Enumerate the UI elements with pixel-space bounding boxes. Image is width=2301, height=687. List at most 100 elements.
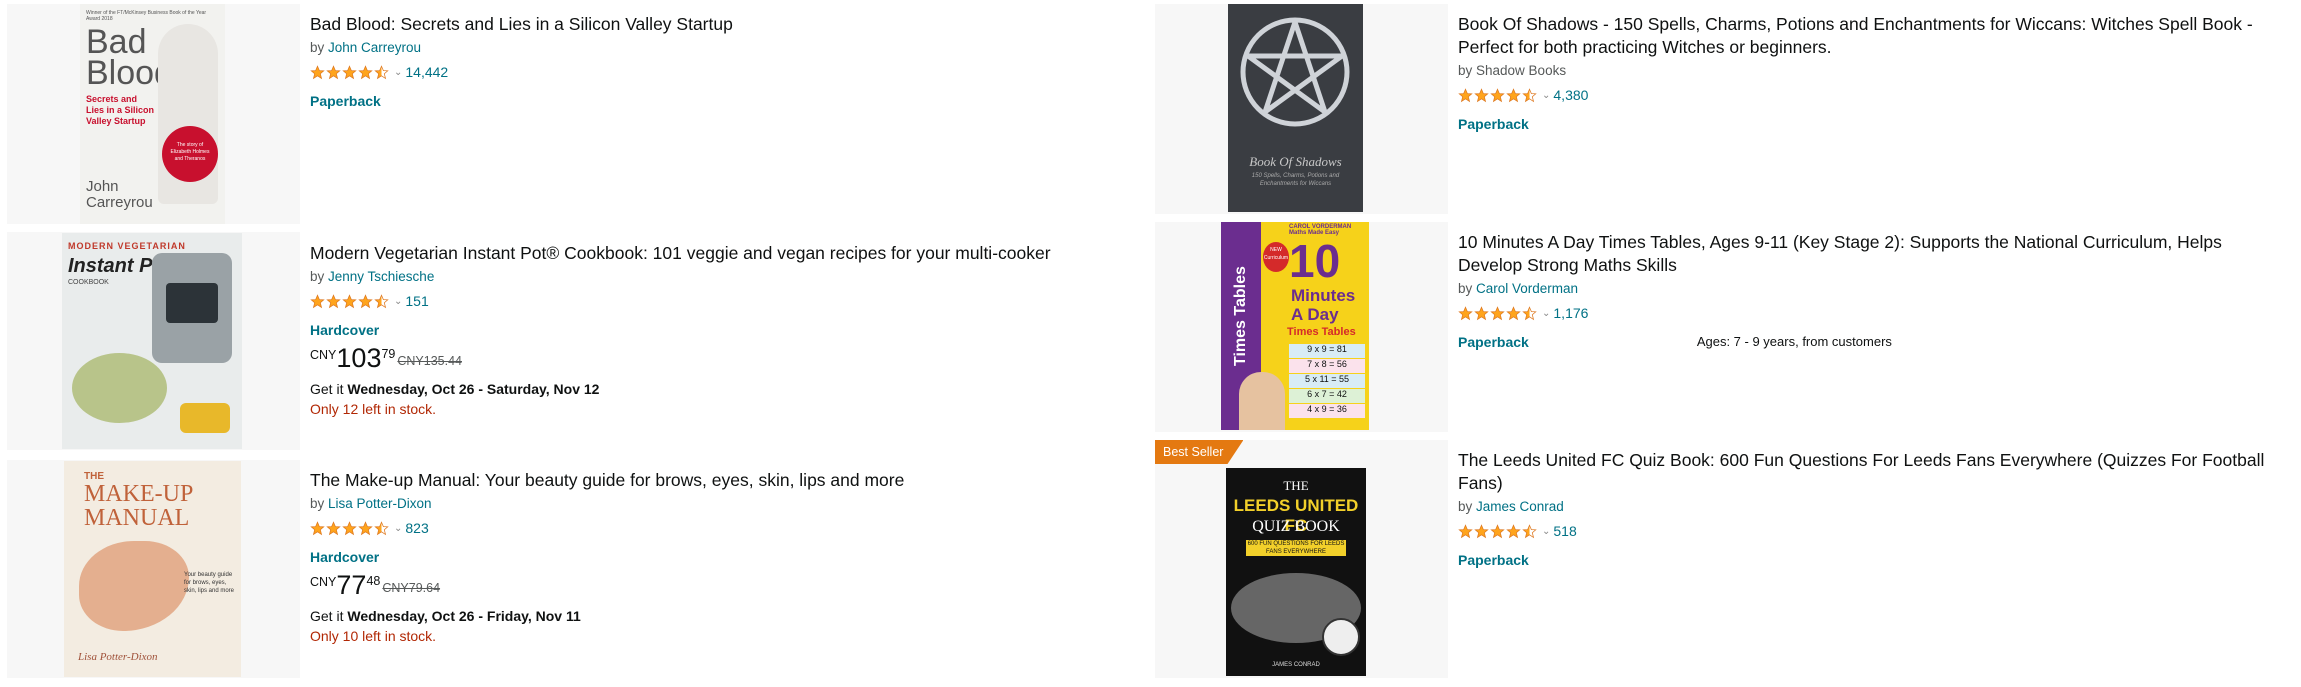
product-image-container[interactable]: Book Of Shadows 150 Spells, Charms, Poti… — [1155, 4, 1448, 214]
price[interactable]: CNY 103 79 CNY135.44 — [310, 344, 1147, 372]
book-cover-image[interactable]: Book Of Shadows 150 Spells, Charms, Poti… — [1228, 4, 1363, 212]
delivery-prefix: Get it — [310, 381, 348, 397]
format-link[interactable]: Paperback — [1458, 551, 2295, 569]
author-link[interactable]: Carol Vorderman — [1476, 281, 1578, 296]
format-link[interactable]: Hardcover — [310, 548, 1147, 566]
product-image-container[interactable]: Times Tables CAROL VORDERMAN Maths Made … — [1155, 222, 1448, 432]
cover-sub: 600 FUN QUESTIONS FOR LEEDS FANS EVERYWH… — [1246, 540, 1346, 556]
cover-food-graphic — [72, 353, 167, 423]
review-count-link[interactable]: 151 — [405, 293, 428, 309]
price[interactable]: CNY 77 48 CNY79.64 — [310, 571, 1147, 599]
product-details: Book Of Shadows - 150 Spells, Charms, Po… — [1458, 13, 2295, 133]
cover-author: John Carreyrou — [86, 178, 153, 211]
age-range: Ages: 7 - 9 years, from customers — [1696, 334, 1892, 349]
review-count-link[interactable]: 823 — [405, 520, 428, 536]
star-icon — [1490, 305, 1505, 321]
by-text: by — [1458, 499, 1477, 514]
cover-table-row: 5 x 11 = 55 — [1289, 374, 1365, 388]
review-count-link[interactable]: 518 — [1553, 523, 1576, 539]
author-link[interactable]: Lisa Potter-Dixon — [328, 496, 432, 511]
price-fraction: 48 — [366, 574, 381, 588]
best-seller-badge[interactable]: Best Seller — [1155, 440, 1244, 464]
product-title-link[interactable]: Bad Blood: Secrets and Lies in a Silicon… — [310, 13, 1147, 36]
product-image-container[interactable]: MODERN VEGETARIAN Instant Pot COOKBOOK — [7, 232, 300, 450]
chevron-down-icon[interactable]: ⌄ — [394, 523, 402, 534]
star-icon — [1474, 523, 1489, 539]
star-rating[interactable] — [310, 64, 390, 80]
review-count-link[interactable]: 14,442 — [405, 64, 448, 80]
star-rating[interactable] — [1458, 523, 1538, 539]
author-line: by James Conrad — [1458, 498, 2295, 516]
product-image-container[interactable]: THE LEEDS UNITED FC QUIZ BOOK 600 FUN QU… — [1155, 440, 1448, 678]
delivery-dates: Wednesday, Oct 26 - Friday, Nov 11 — [347, 608, 581, 624]
book-cover-image[interactable]: MODERN VEGETARIAN Instant Pot COOKBOOK — [62, 233, 242, 449]
book-cover-image[interactable]: Times Tables CAROL VORDERMAN Maths Made … — [1221, 222, 1369, 430]
book-cover-image[interactable]: Winner of the FT/McKinsey Business Book … — [80, 4, 225, 224]
author-link[interactable]: James Conrad — [1476, 499, 1564, 514]
product-title-link[interactable]: The Leeds United FC Quiz Book: 600 Fun Q… — [1458, 449, 2295, 495]
format-label[interactable]: Hardcover — [310, 548, 379, 566]
cover-sub: 150 Spells, Charms, Potions and Enchantm… — [1251, 173, 1340, 187]
book-cover-image[interactable]: THE MAKE-UP MANUAL Your beauty guide for… — [64, 461, 241, 677]
chevron-down-icon[interactable]: ⌄ — [1542, 308, 1550, 319]
product-card-bad-blood[interactable]: Winner of the FT/McKinsey Business Book … — [7, 4, 1147, 224]
format-link[interactable]: Hardcover — [310, 321, 1147, 339]
cover-table-row: 6 x 7 = 42 — [1289, 389, 1365, 403]
product-details: The Leeds United FC Quiz Book: 600 Fun Q… — [1458, 449, 2295, 569]
product-card-makeup-manual[interactable]: THE MAKE-UP MANUAL Your beauty guide for… — [7, 460, 1147, 678]
format-link[interactable]: Paperback — [310, 92, 1147, 110]
cover-number: 10 — [1289, 235, 1341, 287]
cover-quiz: QUIZ BOOK — [1252, 518, 1340, 535]
product-title-link[interactable]: 10 Minutes A Day Times Tables, Ages 9-11… — [1458, 231, 2288, 277]
cover-table-row: 9 x 9 = 81 — [1289, 344, 1365, 358]
author-link[interactable]: Jenny Tschiesche — [328, 269, 434, 284]
book-cover-image[interactable]: THE LEEDS UNITED FC QUIZ BOOK 600 FUN QU… — [1226, 468, 1366, 676]
review-count-link[interactable]: 1,176 — [1553, 305, 1588, 321]
cover-title-2: MANUAL — [84, 505, 190, 531]
format-label[interactable]: Hardcover — [310, 321, 379, 339]
author-link[interactable]: John Carreyrou — [328, 40, 421, 55]
format-link[interactable]: Paperback — [1458, 115, 2295, 133]
author-line: by Jenny Tschiesche — [310, 268, 1147, 286]
format-label[interactable]: Paperback — [1458, 551, 1529, 569]
by-text: by — [1458, 281, 1477, 296]
star-icon — [326, 520, 341, 536]
cover-seal-text: The story of Elizabeth Holmes and Theran… — [170, 142, 210, 162]
star-icon — [1490, 87, 1505, 103]
chevron-down-icon[interactable]: ⌄ — [394, 296, 402, 307]
format-label[interactable]: Paperback — [310, 92, 381, 110]
product-image-container[interactable]: Winner of the FT/McKinsey Business Book … — [7, 4, 300, 224]
chevron-down-icon[interactable]: ⌄ — [1542, 526, 1550, 537]
product-card-10-minutes[interactable]: Times Tables CAROL VORDERMAN Maths Made … — [1155, 222, 2295, 432]
star-icon — [342, 520, 357, 536]
product-details: 10 Minutes A Day Times Tables, Ages 9-11… — [1458, 231, 2295, 351]
product-card-book-of-shadows[interactable]: Book Of Shadows 150 Spells, Charms, Poti… — [1155, 4, 2295, 214]
cover-line2: A Day — [1291, 305, 1339, 324]
star-icon — [326, 64, 341, 80]
stock-status: Only 10 left in stock. — [310, 628, 437, 644]
cover-pot-graphic — [180, 403, 230, 433]
product-image-container[interactable]: THE MAKE-UP MANUAL Your beauty guide for… — [7, 460, 300, 678]
product-title-link[interactable]: The Make-up Manual: Your beauty guide fo… — [310, 469, 1147, 492]
format-row: Paperback Ages: 7 - 9 years, from custome… — [1458, 333, 2295, 351]
star-icon — [1490, 523, 1505, 539]
product-title-link[interactable]: Book Of Shadows - 150 Spells, Charms, Po… — [1458, 13, 2258, 59]
product-card-leeds-quiz[interactable]: THE LEEDS UNITED FC QUIZ BOOK 600 FUN QU… — [1155, 440, 2295, 678]
cover-line3: Times Tables — [1287, 326, 1356, 338]
soccer-ball-icon — [1322, 618, 1360, 656]
product-card-instant-pot[interactable]: MODERN VEGETARIAN Instant Pot COOKBOOK M… — [7, 232, 1147, 450]
star-rating[interactable] — [310, 520, 390, 536]
author-line: by John Carreyrou — [310, 39, 1147, 57]
star-rating[interactable] — [310, 293, 390, 309]
cover-table-row: 4 x 9 = 36 — [1289, 404, 1365, 418]
star-rating[interactable] — [1458, 87, 1538, 103]
format-label[interactable]: Paperback — [1458, 115, 1529, 133]
review-count-link[interactable]: 4,380 — [1553, 87, 1588, 103]
format-label[interactable]: Paperback — [1458, 333, 1529, 351]
product-title-link[interactable]: Modern Vegetarian Instant Pot® Cookbook:… — [310, 242, 1147, 265]
star-rating[interactable] — [1458, 305, 1538, 321]
star-icon — [374, 64, 389, 80]
star-icon — [310, 520, 325, 536]
chevron-down-icon[interactable]: ⌄ — [394, 67, 402, 78]
chevron-down-icon[interactable]: ⌄ — [1542, 90, 1550, 101]
